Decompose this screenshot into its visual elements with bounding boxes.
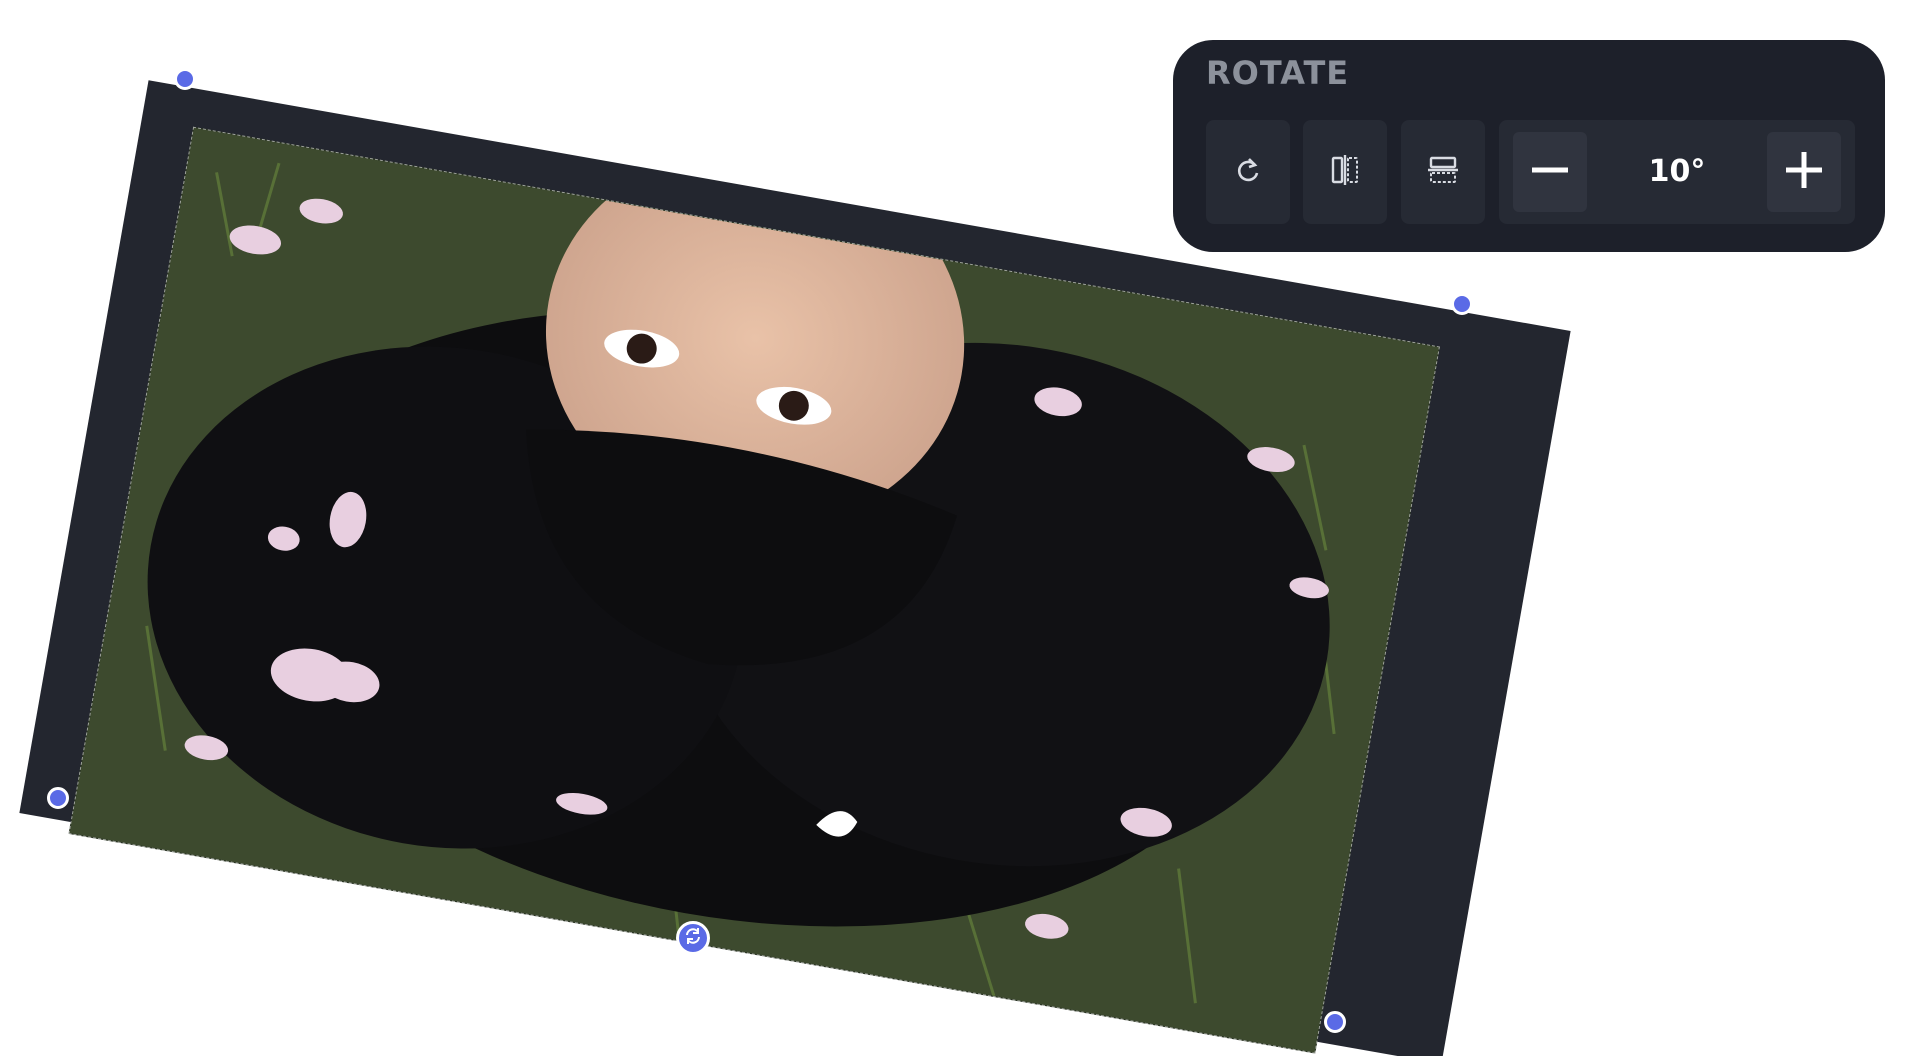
photo[interactable] [68,127,1439,1054]
flip-vertical-icon [1427,155,1459,189]
rotate-button[interactable] [1206,120,1290,224]
angle-stepper: 10° [1499,120,1855,224]
minus-icon [1530,150,1570,194]
resize-handle-bottom-right[interactable] [1324,1011,1346,1033]
rotate-handle-icon [684,927,702,949]
resize-handle-top-right[interactable] [1451,293,1473,315]
increment-angle-button[interactable] [1767,132,1841,212]
rotate-handle[interactable] [676,921,710,955]
resize-handle-bottom-left[interactable] [47,787,69,809]
plus-icon [1784,150,1824,194]
flip-horizontal-icon [1330,154,1360,190]
flip-vertical-button[interactable] [1401,120,1485,224]
decrement-angle-button[interactable] [1513,132,1587,212]
canvas-stage: ROTATE [0,0,1920,1056]
panel-title: ROTATE [1206,54,1349,92]
rotate-panel: ROTATE [1173,40,1885,252]
flip-horizontal-button[interactable] [1303,120,1387,224]
resize-handle-top-left[interactable] [174,68,196,90]
photo-illustration [70,128,1439,1053]
angle-value: 10° [1599,120,1755,224]
rotate-clockwise-icon [1233,155,1263,189]
